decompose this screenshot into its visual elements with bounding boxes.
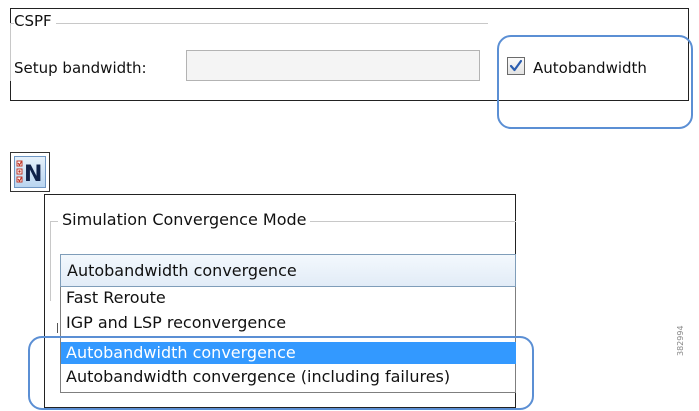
- convergence-mode-value: Autobandwidth convergence: [67, 261, 297, 280]
- n-icon-graphic: N: [16, 160, 42, 187]
- setup-bandwidth-label: Setup bandwidth:: [14, 59, 147, 77]
- autobandwidth-highlight-callout: [497, 35, 693, 129]
- setup-bandwidth-input[interactable]: [186, 50, 480, 81]
- n-network-icon[interactable]: N: [10, 152, 50, 192]
- svg-text:N: N: [24, 162, 42, 187]
- simulation-panel-top-border: [44, 194, 516, 195]
- convergence-mode-select[interactable]: Autobandwidth convergence: [60, 254, 516, 287]
- autobandwidth-options-highlight-callout: [28, 336, 534, 410]
- cspf-title: CSPF: [14, 12, 56, 30]
- option-fast-reroute[interactable]: Fast Reroute: [61, 287, 516, 309]
- simulation-title: Simulation Convergence Mode: [58, 210, 311, 229]
- figure-id: 382994: [676, 325, 685, 356]
- option-igp-lsp-reconvergence[interactable]: IGP and LSP reconvergence: [61, 312, 516, 334]
- n-icon-face: N: [14, 156, 46, 188]
- panel-edge-mark: [57, 323, 58, 333]
